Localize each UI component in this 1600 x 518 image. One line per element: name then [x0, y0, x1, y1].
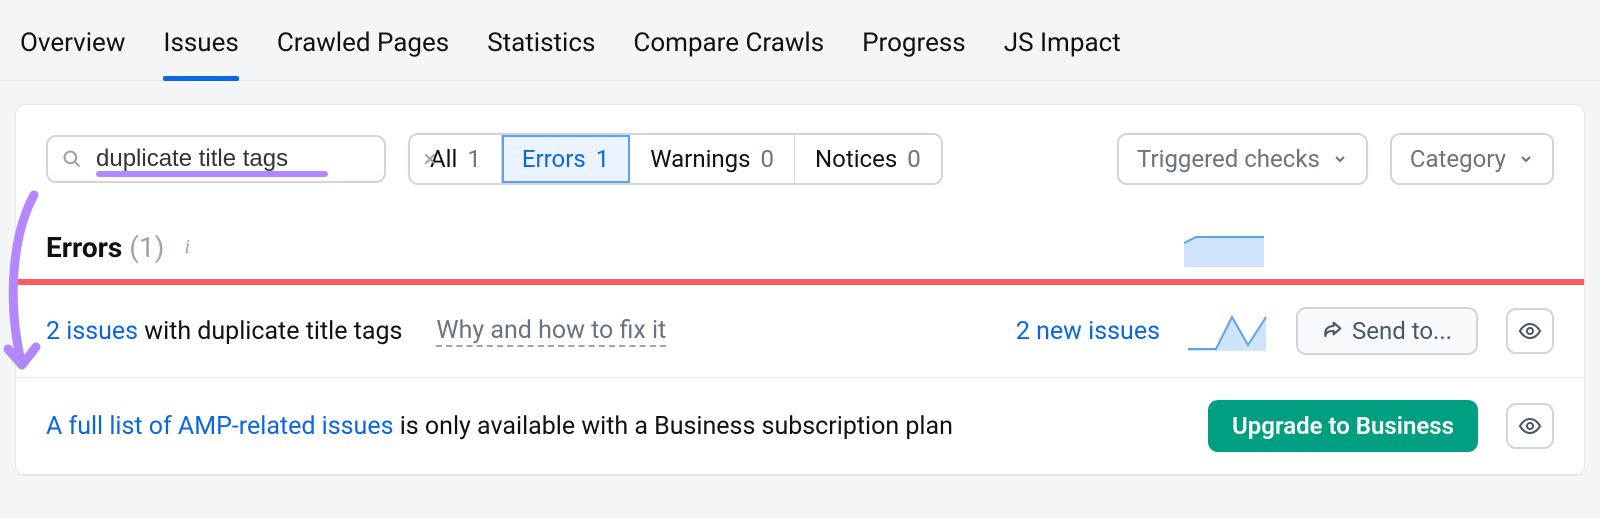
filter-errors[interactable]: Errors 1	[502, 135, 630, 183]
share-arrow-icon	[1322, 321, 1342, 341]
section-count: (1)	[129, 231, 164, 264]
new-issues-link[interactable]: 2 new issues	[1016, 317, 1160, 346]
search-icon	[62, 149, 82, 169]
filter-warnings[interactable]: Warnings 0	[630, 135, 795, 183]
send-to-button[interactable]: Send to...	[1296, 307, 1478, 355]
filter-all-count: 1	[467, 145, 481, 173]
issue-description: with duplicate title tags	[138, 317, 402, 346]
issue-type-filter: All 1 Errors 1 Warnings 0 Notices 0	[408, 133, 943, 185]
issue-trend-sparkline	[1188, 311, 1268, 351]
tab-statistics[interactable]: Statistics	[487, 28, 595, 80]
why-how-fix-link[interactable]: Why and how to fix it	[436, 316, 666, 347]
filter-warnings-label: Warnings	[650, 145, 750, 173]
filter-errors-label: Errors	[522, 145, 586, 173]
search-box[interactable]	[46, 135, 386, 183]
section-title: Errors (1)	[46, 231, 164, 264]
category-dropdown[interactable]: Category	[1390, 133, 1554, 185]
tab-compare-crawls[interactable]: Compare Crawls	[633, 28, 824, 80]
clear-search-icon[interactable]	[420, 151, 440, 167]
search-input[interactable]	[96, 145, 406, 173]
filter-notices-count: 0	[907, 145, 921, 173]
tab-js-impact[interactable]: JS Impact	[1004, 28, 1121, 80]
filter-toolbar: All 1 Errors 1 Warnings 0 Notices 0 Trig…	[16, 105, 1584, 209]
filter-warnings-count: 0	[761, 145, 775, 173]
category-label: Category	[1410, 145, 1506, 173]
main-tabs: Overview Issues Crawled Pages Statistics…	[0, 0, 1600, 81]
send-to-label: Send to...	[1352, 317, 1452, 345]
tab-crawled-pages[interactable]: Crawled Pages	[277, 28, 449, 80]
chevron-down-icon	[1518, 151, 1534, 167]
upgrade-business-button[interactable]: Upgrade to Business	[1208, 400, 1478, 452]
errors-section-header: Errors (1) i	[16, 209, 1584, 279]
amp-description: is only available with a Business subscr…	[394, 412, 953, 441]
amp-upsell-row: A full list of AMP-related issues is onl…	[16, 378, 1584, 475]
filter-notices-label: Notices	[815, 145, 897, 173]
filter-notices[interactable]: Notices 0	[795, 135, 941, 183]
issue-row: 2 issues with duplicate title tags Why a…	[16, 285, 1584, 378]
hide-amp-button[interactable]	[1506, 403, 1554, 449]
eye-icon	[1518, 414, 1542, 438]
section-title-text: Errors	[46, 231, 122, 264]
chevron-down-icon	[1332, 151, 1348, 167]
issue-count-link[interactable]: 2 issues	[46, 317, 138, 346]
tab-overview[interactable]: Overview	[20, 28, 125, 80]
amp-issues-link[interactable]: A full list of AMP-related issues	[46, 412, 394, 441]
triggered-checks-dropdown[interactable]: Triggered checks	[1117, 133, 1368, 185]
tab-issues[interactable]: Issues	[163, 28, 238, 80]
tab-progress[interactable]: Progress	[862, 28, 966, 80]
eye-icon	[1518, 319, 1542, 343]
errors-trend-sparkline	[1184, 227, 1264, 267]
filter-errors-count: 1	[596, 145, 610, 173]
hide-issue-button[interactable]	[1506, 308, 1554, 354]
triggered-checks-label: Triggered checks	[1137, 145, 1320, 173]
issues-panel: All 1 Errors 1 Warnings 0 Notices 0 Trig…	[16, 105, 1584, 475]
info-icon[interactable]: i	[178, 238, 196, 256]
